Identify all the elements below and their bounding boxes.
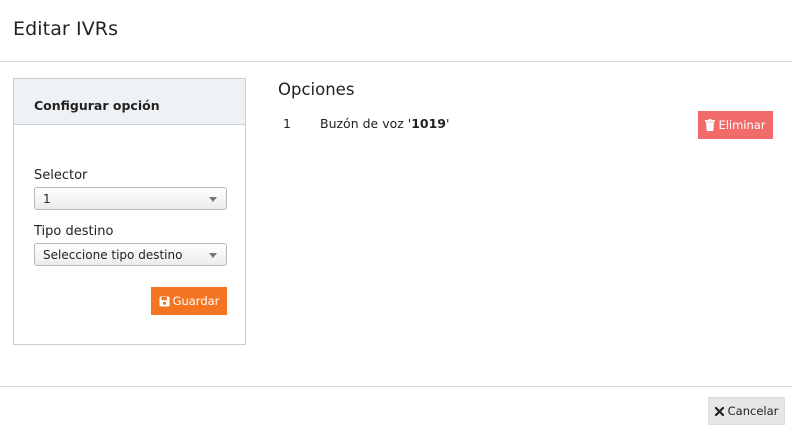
cancel-button-label: Cancelar <box>727 404 779 418</box>
cancel-button[interactable]: Cancelar <box>708 397 785 425</box>
option-row: 1 Buzón de voz '1019' Eliminar <box>278 111 773 140</box>
tipo-destino-label: Tipo destino <box>34 224 114 239</box>
selector-value: 1 <box>43 192 51 206</box>
save-button-label: Guardar <box>172 294 220 308</box>
tipo-destino-value: Seleccione tipo destino <box>43 248 183 262</box>
option-description: Buzón de voz '1019' <box>320 116 449 131</box>
config-panel-title: Configurar opción <box>34 98 160 113</box>
config-panel: Configurar opción Selector 1 Tipo destin… <box>13 78 246 345</box>
options-title: Opciones <box>278 80 355 99</box>
tipo-destino-select[interactable]: Seleccione tipo destino <box>34 243 227 266</box>
config-panel-header: Configurar opción <box>14 79 245 125</box>
trash-icon <box>705 119 716 131</box>
chevron-down-icon <box>209 253 217 258</box>
delete-option-label: Eliminar <box>718 118 766 132</box>
option-text-prefix: Buzón de voz ' <box>320 116 412 131</box>
selector-select[interactable]: 1 <box>34 187 227 210</box>
close-x-icon <box>714 406 724 416</box>
header-divider <box>0 61 792 62</box>
option-extension: 1019 <box>411 116 447 131</box>
floppy-disk-icon <box>159 296 170 307</box>
selector-label: Selector <box>34 168 88 183</box>
delete-option-button[interactable]: Eliminar <box>698 111 773 139</box>
save-button[interactable]: Guardar <box>151 287 227 315</box>
option-number: 1 <box>283 116 291 131</box>
chevron-down-icon <box>209 197 217 202</box>
option-text-suffix: ' <box>446 116 450 131</box>
footer-divider <box>0 386 792 387</box>
modal-title: Editar IVRs <box>13 18 119 40</box>
